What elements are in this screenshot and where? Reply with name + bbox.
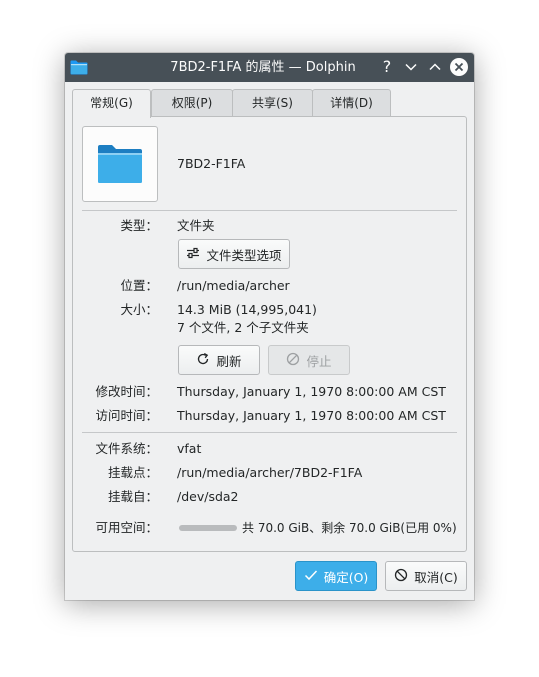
tab-permissions[interactable]: 权限(P) <box>151 89 233 116</box>
title-bar[interactable]: 7BD2-F1FA 的属性 — Dolphin ? <box>65 53 474 82</box>
mounted-from-label: 挂载自： <box>107 489 158 504</box>
properties-dialog: 7BD2-F1FA 的属性 — Dolphin ? 常规(G) 权限(P) 共享… <box>65 53 474 600</box>
type-value: 文件夹 <box>177 218 215 233</box>
tab-general[interactable]: 常规(G) <box>72 89 151 118</box>
window-title: 7BD2-F1FA 的属性 — Dolphin <box>170 60 356 75</box>
filesystem-label: 文件系统： <box>95 441 158 456</box>
ok-label: 确定(O) <box>323 569 369 585</box>
item-name: 7BD2-F1FA <box>177 156 246 171</box>
refresh-label: 刷新 <box>216 353 242 369</box>
free-space-value: 共 70.0 GiB、剩余 70.0 GiB(已用 0%) <box>242 521 457 535</box>
mountpoint-label: 挂载点： <box>107 465 158 480</box>
size-label: 大小： <box>120 302 158 317</box>
refresh-button[interactable]: 刷新 <box>178 345 260 375</box>
contents-value: 7 个文件, 2 个子文件夹 <box>177 320 309 335</box>
location-label: 位置： <box>120 278 158 293</box>
stop-label: 停止 <box>306 353 332 369</box>
type-label: 类型： <box>120 218 158 233</box>
location-value: /run/media/archer <box>177 278 290 293</box>
separator <box>82 432 457 433</box>
help-glyph: ? <box>382 57 392 76</box>
tab-share[interactable]: 共享(S) <box>232 89 313 116</box>
folder-icon <box>97 144 143 188</box>
disk-usage-bar <box>179 525 237 531</box>
ok-button[interactable]: 确定(O) <box>295 561 377 591</box>
stop-button[interactable]: 停止 <box>268 345 350 375</box>
modified-value: Thursday, January 1, 1970 8:00:00 AM CST <box>177 384 446 399</box>
size-value: 14.3 MiB (14,995,041) <box>177 302 317 317</box>
file-type-options-label: 文件类型选项 <box>206 247 282 263</box>
file-type-options-button[interactable]: 文件类型选项 <box>178 239 290 269</box>
refresh-icon <box>196 352 210 369</box>
mountpoint-value: /run/media/archer/7BD2-F1FA <box>177 465 363 480</box>
separator <box>82 210 457 211</box>
configure-icon <box>186 247 200 262</box>
folder-icon <box>70 60 88 75</box>
free-space-label: 可用空间： <box>95 520 158 535</box>
folder-icon-button[interactable] <box>82 126 158 202</box>
stop-icon <box>286 352 300 369</box>
help-icon[interactable]: ? <box>378 58 396 76</box>
cancel-button[interactable]: 取消(C) <box>385 561 467 591</box>
accessed-value: Thursday, January 1, 1970 8:00:00 AM CST <box>177 408 446 423</box>
maximize-icon[interactable] <box>426 58 444 76</box>
accessed-label: 访问时间： <box>95 408 158 423</box>
filesystem-value: vfat <box>177 441 202 456</box>
minimize-icon[interactable] <box>402 58 420 76</box>
modified-label: 修改时间： <box>95 384 158 399</box>
check-icon <box>304 569 318 584</box>
tab-details[interactable]: 详情(D) <box>312 89 391 116</box>
mounted-from-value: /dev/sda2 <box>177 489 239 504</box>
close-icon[interactable] <box>450 58 468 76</box>
cancel-label: 取消(C) <box>414 569 458 585</box>
cancel-icon <box>394 568 408 585</box>
